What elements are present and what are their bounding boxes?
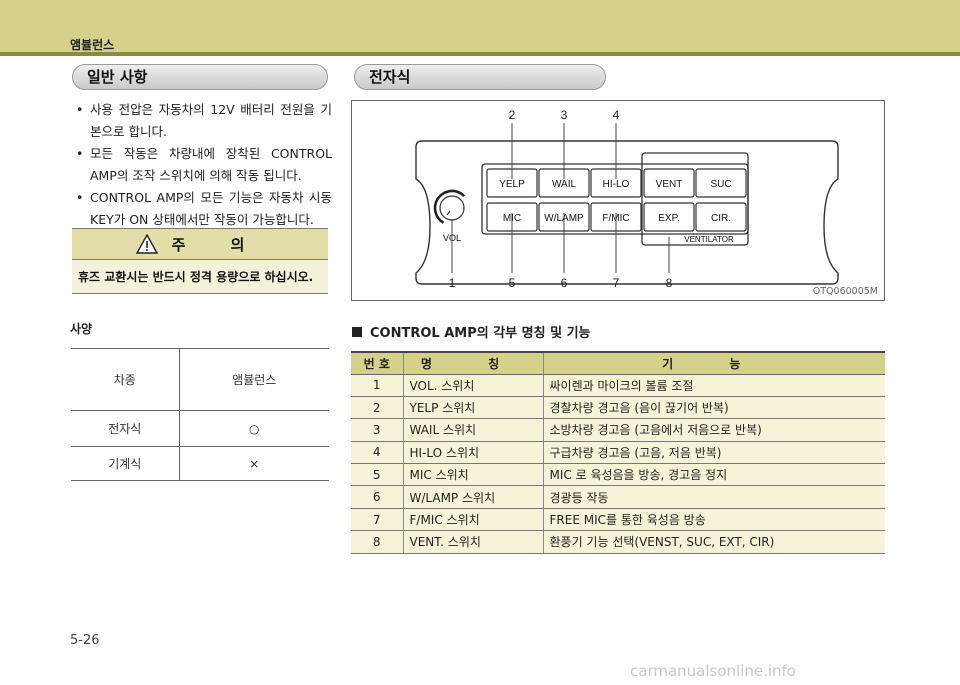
table-cell: 기계식 bbox=[71, 446, 179, 481]
callout-1: 1 bbox=[449, 276, 456, 290]
table-row: 7 F/MIC 스위치 FREE MIC를 통한 육성음 방송 bbox=[351, 508, 885, 532]
callout-8: 8 bbox=[666, 276, 673, 290]
table-cell: 경광등 작동 bbox=[542, 485, 885, 509]
electronic-section-title: 전자식 bbox=[354, 64, 606, 90]
square-bullet-icon bbox=[352, 326, 362, 337]
general-bullet-list: 사용 전압은 자동차의 12V 배터리 전원을 기본으로 합니다. 모든 작동은… bbox=[74, 99, 332, 231]
table-cell: YELP 스위치 bbox=[402, 396, 543, 420]
table-cell: ○ bbox=[178, 410, 329, 447]
callout-7: 7 bbox=[613, 276, 620, 290]
control-amp-diagram: YELP WAIL HI-LO VENT SUC MIC W/LAMP F/MI… bbox=[415, 108, 839, 290]
bullet-item: 사용 전압은 자동차의 12V 배터리 전원을 기본으로 합니다. bbox=[74, 99, 332, 143]
table-row: 2 YELP 스위치 경찰차량 경고음 (음이 끊기어 반복) bbox=[351, 396, 885, 420]
header-title: 앰뷸런스 bbox=[70, 38, 115, 52]
bullet-item: CONTROL AMP의 모든 기능은 자동차 시동 KEY가 ON 상태에서만… bbox=[74, 187, 332, 231]
vent-label: VENT bbox=[656, 179, 683, 190]
table-cell: MIC 스위치 bbox=[402, 463, 543, 487]
table-cell: MIC 로 육성음을 방송, 경고음 정지 bbox=[542, 463, 885, 487]
table-cell: 소방차량 경고음 (고음에서 저음으로 반복) bbox=[542, 418, 885, 442]
table-cell: VENT. 스위치 bbox=[402, 530, 543, 554]
header-bar bbox=[0, 0, 960, 52]
table-row: 5 MIC 스위치 MIC 로 육성음을 방송, 경고음 정지 bbox=[351, 463, 885, 487]
hi-lo-label: HI-LO bbox=[603, 179, 630, 190]
table-cell: F/MIC 스위치 bbox=[402, 508, 543, 532]
table-cell: 앰뷸런스 bbox=[178, 348, 329, 411]
table-cell: 8 bbox=[351, 530, 403, 554]
table-cell: HI-LO 스위치 bbox=[402, 441, 543, 465]
table-cell: 2 bbox=[351, 396, 403, 420]
suc-label: SUC bbox=[710, 179, 731, 190]
caution-header: 주 의 bbox=[72, 228, 328, 260]
control-amp-figure: YELP WAIL HI-LO VENT SUC MIC W/LAMP F/MI… bbox=[351, 100, 885, 301]
wail-label: WAIL bbox=[552, 179, 577, 190]
table-cell: VOL. 스위치 bbox=[402, 374, 543, 397]
figure-code: OTQ060005M bbox=[812, 286, 878, 297]
table-row: 전자식 ○ bbox=[71, 410, 329, 447]
header-divider bbox=[0, 52, 960, 56]
table-cell: × bbox=[178, 446, 329, 481]
table-cell: 구급차량 경고음 (고음, 저음 반복) bbox=[542, 441, 885, 465]
table-row: 6 W/LAMP 스위치 경광등 작동 bbox=[351, 485, 885, 509]
table-cell: 전자식 bbox=[71, 410, 179, 447]
table-cell: 7 bbox=[351, 508, 403, 532]
table-cell: WAIL 스위치 bbox=[402, 418, 543, 442]
table-cell: 4 bbox=[351, 441, 403, 465]
callout-5: 5 bbox=[509, 276, 516, 290]
general-section-title: 일반 사항 bbox=[72, 64, 328, 90]
table-cell: 6 bbox=[351, 485, 403, 509]
amp-section-title: CONTROL AMP의 각부 명칭 및 기능 bbox=[352, 322, 591, 341]
table-row: 3 WAIL 스위치 소방차량 경고음 (고음에서 저음으로 반복) bbox=[351, 418, 885, 442]
callout-4: 4 bbox=[613, 108, 620, 122]
ventilator-label: VENTILATOR bbox=[684, 235, 734, 244]
callout-3: 3 bbox=[561, 108, 568, 122]
table-cell: 환풍기 기능 선택(VENST, SUC, EXT, CIR) bbox=[542, 530, 885, 554]
caution-title: 주 의 bbox=[171, 235, 265, 254]
cir-label: CIR. bbox=[711, 213, 731, 224]
table-row: 기계식 × bbox=[71, 446, 329, 481]
spec-table: 차종 앰뷸런스 전자식 ○ 기계식 × bbox=[71, 348, 329, 481]
table-cell: 차종 bbox=[71, 348, 179, 411]
watermark: carmanualsonline.info bbox=[630, 662, 796, 680]
volume-knob bbox=[439, 195, 465, 221]
callout-2: 2 bbox=[509, 108, 516, 122]
table-cell: 싸이렌과 마이크의 볼륨 조절 bbox=[542, 374, 885, 397]
table-cell: 3 bbox=[351, 418, 403, 442]
caution-box: 주 의 휴즈 교환시는 반드시 정격 용량으로 하십시오. bbox=[72, 228, 328, 294]
warning-icon bbox=[135, 234, 158, 254]
table-cell: 5 bbox=[351, 463, 403, 487]
table-row: 차종 앰뷸런스 bbox=[71, 348, 329, 411]
bullet-item: 모든 작동은 차량내에 장착된 CONTROL AMP의 조작 스위치에 의해 … bbox=[74, 143, 332, 187]
spec-label: 사양 bbox=[70, 322, 93, 336]
table-cell: 1 bbox=[351, 374, 403, 397]
table-cell: W/LAMP 스위치 bbox=[402, 485, 543, 509]
table-row: 1 VOL. 스위치 싸이렌과 마이크의 볼륨 조절 bbox=[351, 374, 885, 397]
page-number: 5-26 bbox=[70, 633, 100, 648]
callout-6: 6 bbox=[561, 276, 568, 290]
table-cell: FREE MIC를 통한 육성음 방송 bbox=[542, 508, 885, 532]
caution-text: 휴즈 교환시는 반드시 정격 용량으로 하십시오. bbox=[72, 260, 328, 294]
amp-function-table: 번 호 명 칭 기 능 1 VOL. 스위치 싸이렌과 마이크의 볼륨 조절 2 YE… bbox=[351, 351, 885, 554]
yelp-label: YELP bbox=[499, 179, 525, 190]
header-name: 명 칭 bbox=[402, 351, 543, 375]
table-row: 4 HI-LO 스위치 구급차량 경고음 (고음, 저음 반복) bbox=[351, 441, 885, 465]
amp-section-title-text: CONTROL AMP의 각부 명칭 및 기능 bbox=[370, 326, 591, 341]
table-cell: 경찰차량 경고음 (음이 끊기어 반복) bbox=[542, 396, 885, 420]
table-row: 8 VENT. 스위치 환풍기 기능 선택(VENST, SUC, EXT, CIR… bbox=[351, 530, 885, 554]
header-number: 번 호 bbox=[351, 351, 403, 375]
table-header-row: 번 호 명 칭 기 능 bbox=[351, 351, 885, 375]
exp-label: EXP. bbox=[658, 213, 680, 224]
header-function: 기 능 bbox=[542, 351, 885, 375]
